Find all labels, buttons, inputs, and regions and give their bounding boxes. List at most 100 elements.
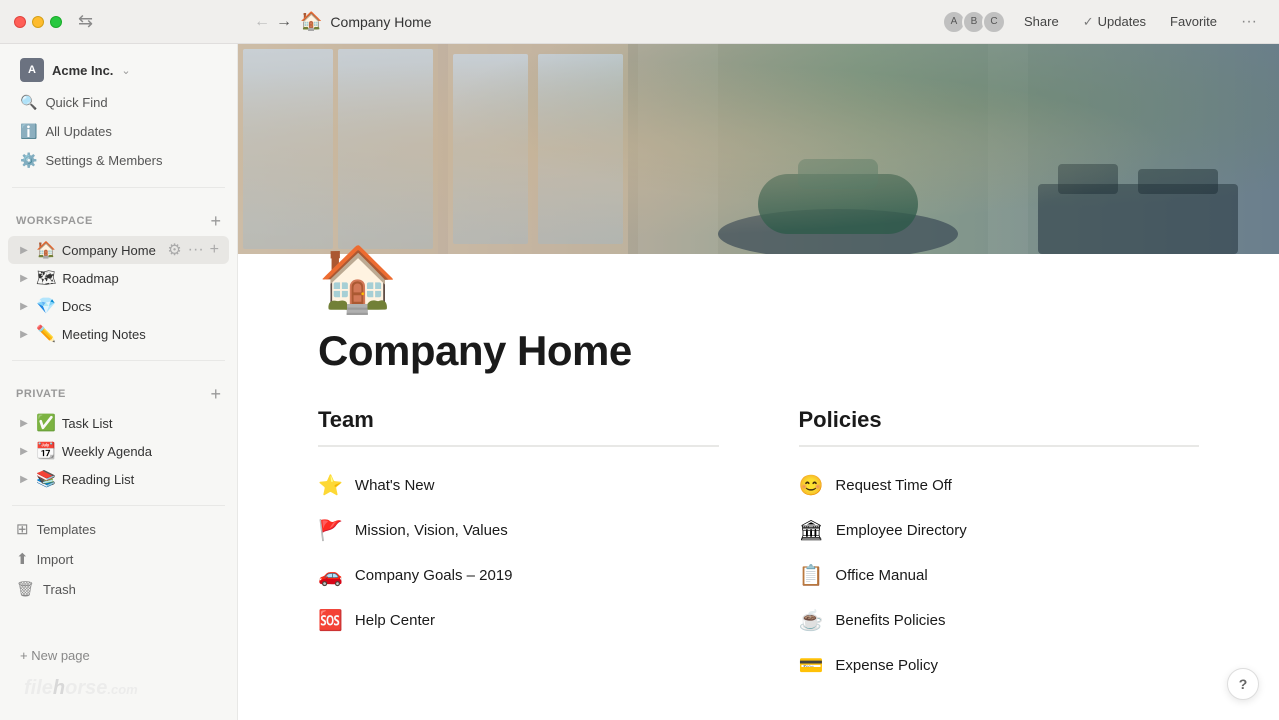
traffic-lights xyxy=(14,16,62,28)
two-column-layout: Team ⭐ What's New 🚩 Mission, Vision, Val… xyxy=(318,407,1199,688)
sidebar-item-reading-list[interactable]: ▶ 📚 Reading List xyxy=(8,465,229,493)
sidebar-toggle-button[interactable]: ⇆ xyxy=(78,11,93,32)
sidebar-item-label: Company Home xyxy=(62,243,161,258)
sidebar-item-label: Quick Find xyxy=(45,95,107,110)
team-item-mission[interactable]: 🚩 Mission, Vision, Values xyxy=(318,508,719,553)
col-item-label: Benefits Policies xyxy=(835,612,945,629)
private-section: PRIVATE + ▶ ✅ Task List ▶ 📆 Weekly Agend… xyxy=(0,369,237,497)
add-private-item-button[interactable]: + xyxy=(210,385,221,403)
sidebar-item-label: Meeting Notes xyxy=(62,327,221,342)
trash-icon: 🗑 xyxy=(16,580,35,598)
building-icon: 🏛 xyxy=(799,518,824,543)
gear-icon: ⚙️ xyxy=(20,152,37,169)
more-button[interactable]: ··· xyxy=(1235,9,1263,35)
col-item-label: Office Manual xyxy=(835,567,927,584)
docs-icon: 💎 xyxy=(36,296,56,316)
sidebar-item-label: Trash xyxy=(43,582,76,597)
sidebar-item-company-home[interactable]: ▶ 🏠 Company Home ⚙ ··· + xyxy=(8,236,229,264)
sos-icon: 🆘 xyxy=(318,608,343,633)
policies-item-employee-directory[interactable]: 🏛 Employee Directory xyxy=(799,508,1200,553)
credit-card-icon: 💳 xyxy=(799,653,824,678)
add-subitem-icon[interactable]: + xyxy=(208,241,221,259)
checkmark-icon: ✓ xyxy=(1083,14,1094,30)
settings-icon[interactable]: ⚙ xyxy=(165,240,183,260)
policies-item-benefits[interactable]: ☕ Benefits Policies xyxy=(799,598,1200,643)
expand-arrow-icon[interactable]: ▶ xyxy=(16,326,32,342)
sidebar-item-label: Reading List xyxy=(62,472,221,487)
workspace-header[interactable]: A Acme Inc. ⌄ xyxy=(12,52,225,88)
titlebar-page-title: Company Home xyxy=(330,14,431,30)
info-icon: ℹ️ xyxy=(20,123,37,140)
sidebar-item-label: All Updates xyxy=(45,124,111,139)
workspace-logo: A xyxy=(20,58,44,82)
workspace-section: WORKSPACE + ▶ 🏠 Company Home ⚙ ··· + ▶ 🗺… xyxy=(0,196,237,352)
sidebar-item-label: Weekly Agenda xyxy=(62,444,221,459)
policies-item-request-time-off[interactable]: 😊 Request Time Off xyxy=(799,463,1200,508)
expand-arrow-icon[interactable]: ▶ xyxy=(16,242,32,258)
team-column: Team ⭐ What's New 🚩 Mission, Vision, Val… xyxy=(318,407,719,688)
expand-arrow-icon[interactable]: ▶ xyxy=(16,270,32,286)
help-button[interactable]: ? xyxy=(1227,668,1259,700)
add-workspace-item-button[interactable]: + xyxy=(210,212,221,230)
private-section-label: PRIVATE xyxy=(16,388,66,400)
titlebar-center: ← → 🏠 Company Home xyxy=(238,11,942,32)
sidebar-divider-2 xyxy=(12,360,225,361)
sidebar: A Acme Inc. ⌄ 🔍 Quick Find ℹ️ All Update… xyxy=(0,44,238,720)
page-title-area: 🏠 Company Home xyxy=(300,11,432,32)
sidebar-item-actions: ⚙ ··· + xyxy=(165,240,221,260)
sidebar-item-import[interactable]: ⬆ Import xyxy=(0,544,237,574)
filehorse-logo: filehorse.com xyxy=(8,669,229,712)
sidebar-item-label: Docs xyxy=(62,299,221,314)
maximize-button[interactable] xyxy=(50,16,62,28)
sidebar-footer: + New page filehorse.com xyxy=(0,634,237,720)
col-item-label: Expense Policy xyxy=(835,657,938,674)
col-item-label: Help Center xyxy=(355,612,435,629)
new-page-button[interactable]: + New page xyxy=(8,642,229,669)
col-item-label: Company Goals – 2019 xyxy=(355,567,513,584)
sidebar-item-label: Task List xyxy=(62,416,221,431)
col-item-label: What's New xyxy=(355,477,435,494)
sidebar-item-all-updates[interactable]: ℹ️ All Updates xyxy=(12,117,225,146)
sidebar-item-quick-find[interactable]: 🔍 Quick Find xyxy=(12,88,225,117)
sidebar-divider xyxy=(12,187,225,188)
sidebar-item-roadmap[interactable]: ▶ 🗺 Roadmap xyxy=(8,264,229,292)
expand-arrow-icon[interactable]: ▶ xyxy=(16,298,32,314)
workspace-section-label: WORKSPACE xyxy=(16,215,93,227)
page-body: 🏠 Company Home Team ⭐ What's New 🚩 Missi… xyxy=(238,254,1279,720)
expand-arrow-icon[interactable]: ▶ xyxy=(16,443,32,459)
sidebar-item-label: Roadmap xyxy=(62,271,221,286)
minimize-button[interactable] xyxy=(32,16,44,28)
clipboard-icon: 📋 xyxy=(799,563,824,588)
team-item-help-center[interactable]: 🆘 Help Center xyxy=(318,598,719,643)
titlebar: ⇆ ← → 🏠 Company Home A B C Share ✓ Updat… xyxy=(0,0,1279,44)
sidebar-item-settings[interactable]: ⚙️ Settings & Members xyxy=(12,146,225,175)
share-button[interactable]: Share xyxy=(1018,10,1065,33)
back-arrow[interactable]: ← xyxy=(254,13,270,31)
expand-arrow-icon[interactable]: ▶ xyxy=(16,415,32,431)
app-body: A Acme Inc. ⌄ 🔍 Quick Find ℹ️ All Update… xyxy=(0,44,1279,720)
sidebar-item-weekly-agenda[interactable]: ▶ 📆 Weekly Agenda xyxy=(8,437,229,465)
sidebar-item-task-list[interactable]: ▶ ✅ Task List xyxy=(8,409,229,437)
avatar-group: A B C xyxy=(942,10,1006,34)
nav-arrows: ← → xyxy=(254,13,292,31)
avatar-3: C xyxy=(982,10,1006,34)
updates-button[interactable]: ✓ Updates xyxy=(1077,10,1152,34)
close-button[interactable] xyxy=(14,16,26,28)
sidebar-item-meeting-notes[interactable]: ▶ ✏️ Meeting Notes xyxy=(8,320,229,348)
sidebar-item-docs[interactable]: ▶ 💎 Docs xyxy=(8,292,229,320)
meeting-notes-icon: ✏️ xyxy=(36,324,56,344)
policies-item-office-manual[interactable]: 📋 Office Manual xyxy=(799,553,1200,598)
sidebar-item-trash[interactable]: 🗑 Trash xyxy=(0,574,237,604)
titlebar-right: A B C Share ✓ Updates Favorite ··· xyxy=(942,9,1279,35)
sidebar-item-label: Templates xyxy=(37,522,96,537)
team-item-whats-new[interactable]: ⭐ What's New xyxy=(318,463,719,508)
forward-arrow[interactable]: → xyxy=(276,13,292,31)
expand-arrow-icon[interactable]: ▶ xyxy=(16,471,32,487)
more-icon[interactable]: ··· xyxy=(186,241,206,259)
team-item-company-goals[interactable]: 🚗 Company Goals – 2019 xyxy=(318,553,719,598)
sidebar-item-templates[interactable]: ⊞ Templates xyxy=(0,514,237,544)
favorite-button[interactable]: Favorite xyxy=(1164,10,1223,33)
workspace-chevron-icon: ⌄ xyxy=(121,64,130,77)
company-home-icon: 🏠 xyxy=(36,240,56,260)
policies-item-expense-policy[interactable]: 💳 Expense Policy xyxy=(799,643,1200,688)
